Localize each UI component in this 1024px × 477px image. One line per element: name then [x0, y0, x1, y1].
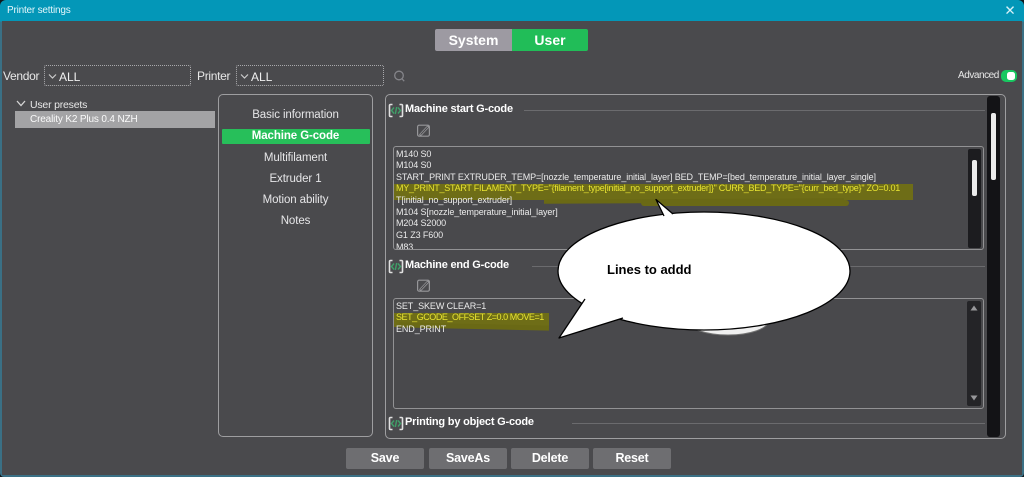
svg-text:Lines to addd: Lines to addd [607, 262, 692, 277]
